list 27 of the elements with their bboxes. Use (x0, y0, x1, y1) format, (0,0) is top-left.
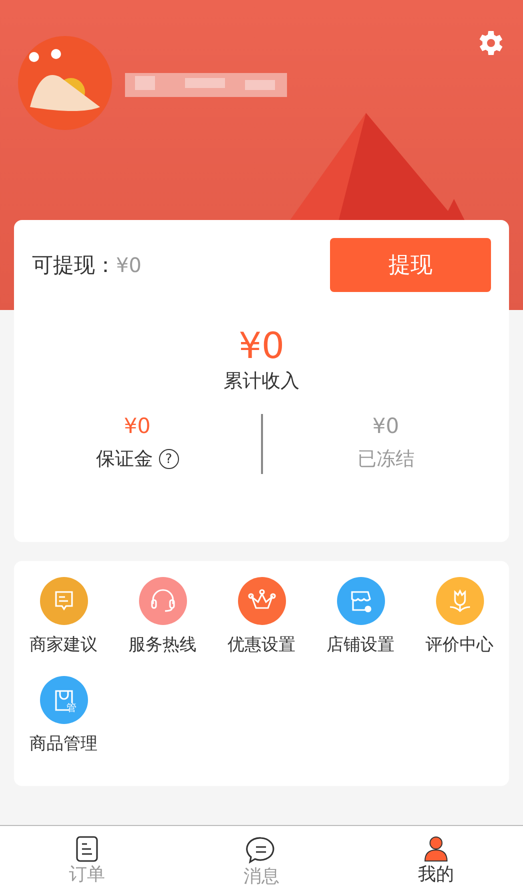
menu-item[interactable]: 优惠设置 (228, 633, 296, 656)
tulip-icon (436, 577, 484, 625)
bag-icon (40, 676, 88, 724)
chat-icon (246, 836, 276, 864)
stat-label: 已冻结 (357, 447, 414, 472)
stat-amount: ¥0 (124, 414, 151, 438)
badge-text: 管 (66, 703, 76, 714)
crown-icon (238, 577, 286, 625)
withdrawable-amount: ¥0 (116, 253, 142, 277)
menu-item[interactable]: 评价中心 (426, 633, 494, 656)
headset-icon (138, 577, 186, 625)
menu-item[interactable]: 服务热线 (128, 633, 196, 656)
stat-amount: ¥0 (372, 414, 400, 438)
help-icon[interactable]: ? (158, 449, 179, 469)
menu-item[interactable]: 商品管理 (30, 732, 98, 755)
store-icon (336, 577, 384, 625)
total-income-label: 累计收入 (224, 369, 300, 394)
tab[interactable]: 我的 (418, 862, 454, 886)
user-icon (424, 836, 448, 862)
withdrawable-label: 可提现： (32, 252, 116, 279)
menu-item[interactable]: 商家建议 (30, 633, 98, 656)
total-income-amount: ¥0 (238, 326, 284, 368)
stat-label: 保证金 (96, 447, 153, 472)
avatar-icon (18, 36, 112, 130)
document-icon (76, 836, 98, 862)
chat-icon (40, 577, 88, 625)
menu-item[interactable]: 店铺设置 (326, 633, 394, 656)
